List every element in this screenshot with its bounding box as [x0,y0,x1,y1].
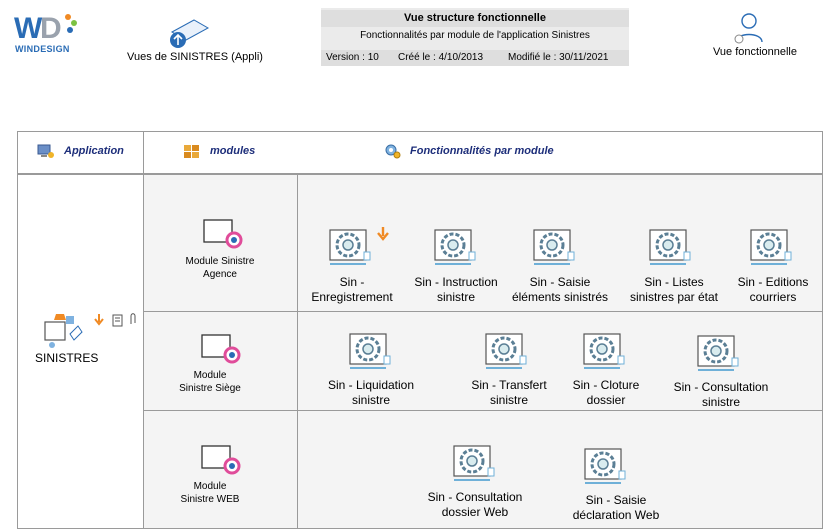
column-header-features: Fonctionnalités par module [410,145,554,157]
version-text: Version : 10 [326,52,379,63]
modified-text: Modifié le : 30/11/2021 [508,52,609,63]
feature-label-line1: Sin - Consultation [673,380,769,394]
svg-text:D: D [40,12,62,45]
download-arrow-icon [377,227,389,241]
user-icon [734,13,763,44]
logo-text: WINDESIGN [15,44,70,54]
feature-consultation-dossier-web[interactable]: Sin - Consultation dossier Web [420,440,530,522]
feature-enregistrement[interactable]: Sin - Enregistrement [302,224,402,306]
feature-gear-icon [533,229,575,265]
module-label-line1: Module [193,481,227,492]
feature-label-line1: Sin - Listes [644,275,704,289]
feature-label-line2: sinistres par état [629,290,719,304]
info-subtitle: Fonctionnalités par module de l'applicat… [360,30,590,41]
module-label-line2: Agence [203,269,237,280]
feature-label-line2: sinistre [351,393,390,407]
feature-cloture-dossier[interactable]: Sin - Cloture dossier [562,328,650,410]
feature-saisie-declaration-web[interactable]: Sin - Saisie déclaration Web [561,443,671,525]
feature-instruction-sinistre[interactable]: Sin - Instruction sinistre [406,224,506,306]
feature-label-line1: Sin - Instruction [414,275,498,289]
windesign-logo: W D [12,8,82,64]
row-divider [18,174,143,175]
feature-gear-icon [750,229,792,265]
feature-label-line1: Sin - Transfert [471,378,547,392]
feature-label-line2: courriers [749,290,797,304]
feature-label-line1: Sin - Cloture [572,378,640,392]
column-header-application: Application [64,145,124,157]
feature-label-line2: éléments sinistrés [511,290,609,304]
feature-label-line2: dossier [586,393,626,407]
application-tools-icons [94,313,136,327]
feature-gear-icon [649,229,691,265]
features-gear-icon [385,144,401,159]
feature-label-line2: déclaration Web [572,508,660,522]
feature-label-line1: Sin - Saisie [529,275,591,289]
feature-gear-icon [584,448,626,484]
app-view-label: Vues de SINISTRES (Appli) [127,51,263,63]
feature-label-line2: sinistre [701,395,740,409]
modules-icon [184,145,199,158]
created-text: Créé le : 4/10/2013 [398,52,484,63]
app-view-link[interactable]: Vues de SINISTRES (Appli) [120,18,270,68]
module-label-line2: Sinistre WEB [180,494,240,505]
feature-saisie-elements[interactable]: Sin - Saisie éléments sinistrés [505,224,615,306]
feature-label-line2: sinistre [489,393,528,407]
module-sinistre-web[interactable]: Module Sinistre WEB [170,444,270,508]
svg-text:W: W [14,12,43,45]
application-sinistres[interactable] [30,306,140,350]
feature-gear-icon [329,229,371,265]
module-sinistre-agence[interactable]: Module Sinistre Agence [170,218,270,282]
diagram-view-icon [170,19,210,48]
feature-label-line1: Sin - Consultation [427,490,523,504]
application-node-icon [44,314,83,348]
feature-label-line1: Sin - Saisie [585,493,647,507]
feature-gear-icon [434,229,476,265]
module-icon [203,219,243,249]
module-icon [201,445,241,475]
module-label-line1: Module [193,370,227,381]
application-icon [37,144,54,158]
feature-liquidation-sinistre[interactable]: Sin - Liquidation sinistre [318,328,424,410]
feature-gear-icon [697,335,739,371]
module-icon [201,334,241,364]
module-sinistre-siege[interactable]: Module Sinistre Siège [170,333,270,397]
feature-consultation-sinistre[interactable]: Sin - Consultation sinistre [666,330,776,412]
feature-label-line1: Sin - Liquidation [327,378,415,392]
feature-gear-icon [349,333,391,369]
feature-label-line1: Sin - [339,275,365,289]
module-label-line2: Sinistre Siège [179,383,241,394]
info-meta: Version : 10 Créé le : 4/10/2013 Modifié… [321,50,629,66]
feature-label-line2: Enregistrement [311,290,393,304]
feature-label-line2: dossier Web [441,505,509,519]
feature-gear-icon [453,445,495,481]
feature-label-line2: sinistre [436,290,475,304]
feature-listes-sinistres[interactable]: Sin - Listes sinistres par état [621,224,727,306]
functional-view-label: Vue fonctionnelle [713,46,797,58]
feature-gear-icon [583,333,625,369]
module-label-line1: Module Sinistre [185,256,255,267]
info-title: Vue structure fonctionnelle [321,10,629,27]
features-cell [298,411,822,528]
application-name: SINISTRES [35,351,99,365]
feature-editions-courriers[interactable]: Sin - Editions courriers [729,224,819,306]
functional-view-link[interactable]: Vue fonctionnelle [700,12,810,62]
column-header-modules: modules [210,145,256,157]
feature-label-line1: Sin - Editions [737,275,809,289]
feature-transfert-sinistre[interactable]: Sin - Transfert sinistre [459,328,559,410]
feature-gear-icon [485,333,527,369]
info-box: Vue structure fonctionnelle Fonctionnali… [321,8,629,66]
